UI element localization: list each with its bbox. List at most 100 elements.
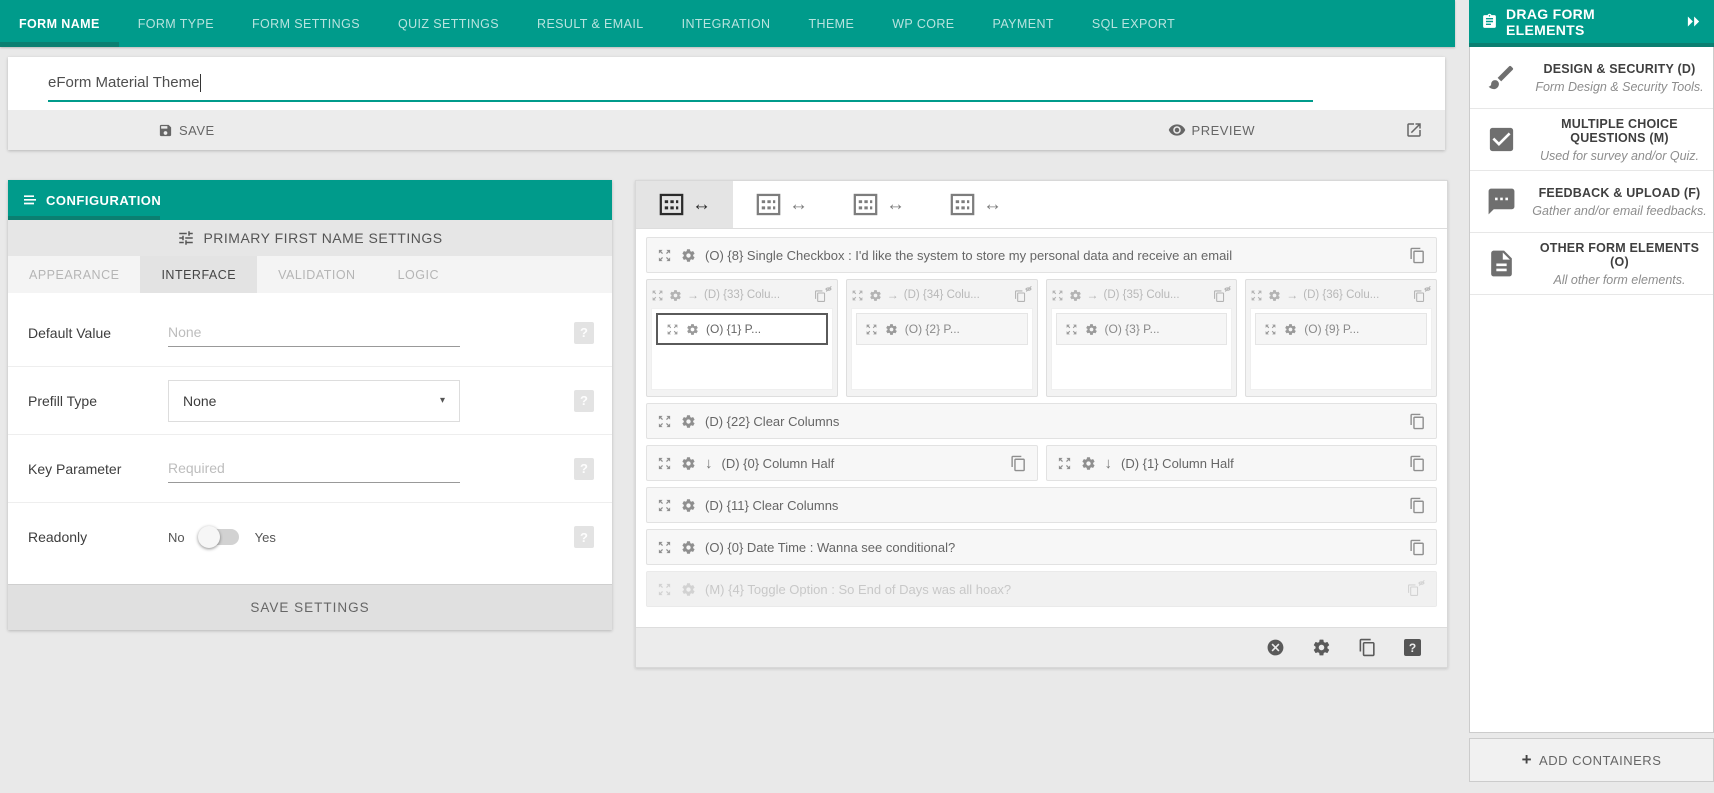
gear-icon[interactable] bbox=[681, 456, 696, 471]
inner-element-selected[interactable]: (O) {1} P... bbox=[656, 313, 828, 345]
help-icon[interactable]: ? bbox=[1404, 639, 1421, 656]
tab-payment[interactable]: PAYMENT bbox=[974, 0, 1073, 47]
expand-icon[interactable] bbox=[1065, 323, 1078, 336]
inner-element[interactable]: (O) {2} P... bbox=[856, 313, 1028, 345]
gear-icon[interactable] bbox=[1312, 638, 1331, 657]
gear-icon[interactable] bbox=[669, 289, 682, 302]
tab-result-email[interactable]: RESULT & EMAIL bbox=[518, 0, 663, 47]
tab-form-name[interactable]: FORM NAME bbox=[0, 0, 119, 47]
tab-form-settings[interactable]: FORM SETTINGS bbox=[233, 0, 379, 47]
copy-disabled-icon[interactable] bbox=[1013, 286, 1033, 304]
element-row-clear-columns[interactable]: (D) {22} Clear Columns bbox=[646, 403, 1437, 439]
help-icon[interactable]: ? bbox=[574, 322, 594, 344]
expand-icon[interactable] bbox=[1250, 289, 1263, 302]
gear-icon[interactable] bbox=[1085, 323, 1098, 336]
column-dropzone[interactable]: (O) {3} P... bbox=[1051, 308, 1233, 390]
expand-icon[interactable] bbox=[851, 289, 864, 302]
column-dropzone[interactable]: (O) {1} P... bbox=[651, 308, 833, 390]
gear-icon[interactable] bbox=[1081, 456, 1096, 471]
expand-icon[interactable] bbox=[1051, 289, 1064, 302]
gear-icon[interactable] bbox=[869, 289, 882, 302]
column-container[interactable]: → (D) {34} Colu... (O) {2} P... bbox=[846, 279, 1038, 397]
tab-form-type[interactable]: FORM TYPE bbox=[119, 0, 233, 47]
tab-wp-core[interactable]: WP CORE bbox=[873, 0, 973, 47]
gear-icon[interactable] bbox=[1268, 289, 1281, 302]
gear-icon[interactable] bbox=[681, 540, 696, 555]
column-container[interactable]: → (D) {33} Colu... (O) {1} P... bbox=[646, 279, 838, 397]
expand-icon[interactable] bbox=[657, 498, 672, 513]
column-dropzone[interactable]: (O) {2} P... bbox=[851, 308, 1033, 390]
external-link-icon[interactable] bbox=[1405, 121, 1423, 139]
copy-icon[interactable] bbox=[1409, 497, 1426, 514]
copy-disabled-icon[interactable] bbox=[813, 286, 833, 304]
element-row-column-half[interactable]: ↓ (D) {1} Column Half bbox=[1046, 445, 1438, 481]
expand-icon[interactable] bbox=[657, 414, 672, 429]
container-tab-2[interactable]: ↔ bbox=[733, 181, 830, 228]
tab-integration[interactable]: INTEGRATION bbox=[663, 0, 790, 47]
expand-icon[interactable] bbox=[651, 289, 664, 302]
collapse-chevrons-icon[interactable] bbox=[1685, 14, 1702, 29]
copy-icon[interactable] bbox=[1409, 455, 1426, 472]
column-dropzone[interactable]: (O) {9} P... bbox=[1250, 308, 1432, 390]
help-icon[interactable]: ? bbox=[574, 390, 594, 412]
element-row-column-half[interactable]: ↓ (D) {0} Column Half bbox=[646, 445, 1038, 481]
resize-arrow-icon[interactable]: ↔ bbox=[789, 195, 808, 214]
container-tab-1[interactable]: ↔ bbox=[636, 181, 733, 228]
gear-icon[interactable] bbox=[681, 248, 696, 263]
tab-interface[interactable]: INTERFACE bbox=[140, 256, 257, 293]
element-row-single-checkbox[interactable]: (O) {8} Single Checkbox : I'd like the s… bbox=[646, 237, 1437, 273]
expand-icon[interactable] bbox=[657, 248, 672, 263]
help-icon[interactable]: ? bbox=[574, 526, 594, 548]
copy-disabled-icon[interactable] bbox=[1406, 580, 1426, 598]
gear-icon[interactable] bbox=[681, 498, 696, 513]
inner-element[interactable]: (O) {3} P... bbox=[1056, 313, 1228, 345]
close-circle-icon[interactable] bbox=[1266, 638, 1285, 657]
gear-icon[interactable] bbox=[681, 582, 696, 597]
expand-icon[interactable] bbox=[666, 323, 679, 336]
inner-element[interactable]: (O) {9} P... bbox=[1255, 313, 1427, 345]
preview-button[interactable]: PREVIEW bbox=[1168, 121, 1255, 139]
form-name-input[interactable]: eForm Material Theme bbox=[48, 65, 1313, 102]
gear-icon[interactable] bbox=[885, 323, 898, 336]
copy-icon[interactable] bbox=[1010, 455, 1027, 472]
sidebar-item-multiple-choice[interactable]: MULTIPLE CHOICE QUESTIONS (M) Used for s… bbox=[1470, 109, 1713, 171]
gear-icon[interactable] bbox=[686, 323, 699, 336]
save-button[interactable]: SAVE bbox=[158, 123, 215, 138]
copy-icon[interactable] bbox=[1409, 539, 1426, 556]
copy-icon[interactable] bbox=[1409, 247, 1426, 264]
help-icon[interactable]: ? bbox=[574, 458, 594, 480]
element-row-toggle-option[interactable]: (M) {4} Toggle Option : So End of Days w… bbox=[646, 571, 1437, 607]
expand-icon[interactable] bbox=[1264, 323, 1277, 336]
gear-icon[interactable] bbox=[1069, 289, 1082, 302]
sidebar-item-design-security[interactable]: DESIGN & SECURITY (D) Form Design & Secu… bbox=[1470, 47, 1713, 109]
expand-icon[interactable] bbox=[1057, 456, 1072, 471]
sidebar-item-other-elements[interactable]: OTHER FORM ELEMENTS (O) All other form e… bbox=[1470, 233, 1713, 295]
sidebar-item-feedback-upload[interactable]: FEEDBACK & UPLOAD (F) Gather and/or emai… bbox=[1470, 171, 1713, 233]
gear-icon[interactable] bbox=[681, 414, 696, 429]
resize-arrow-icon[interactable]: ↔ bbox=[886, 195, 905, 214]
element-row-clear-columns[interactable]: (D) {11} Clear Columns bbox=[646, 487, 1437, 523]
prefill-type-select[interactable]: None ▾ bbox=[168, 380, 460, 422]
tab-theme[interactable]: THEME bbox=[789, 0, 873, 47]
column-container[interactable]: → (D) {35} Colu... (O) {3} P... bbox=[1046, 279, 1238, 397]
expand-icon[interactable] bbox=[657, 456, 672, 471]
copy-disabled-icon[interactable] bbox=[1212, 286, 1232, 304]
resize-arrow-icon[interactable]: ↔ bbox=[692, 195, 711, 214]
default-value-input[interactable] bbox=[168, 318, 460, 347]
resize-arrow-icon[interactable]: ↔ bbox=[983, 195, 1002, 214]
tab-sql-export[interactable]: SQL EXPORT bbox=[1073, 0, 1194, 47]
tab-appearance[interactable]: APPEARANCE bbox=[8, 256, 140, 293]
copy-icon[interactable] bbox=[1409, 413, 1426, 430]
tab-quiz-settings[interactable]: QUIZ SETTINGS bbox=[379, 0, 518, 47]
expand-icon[interactable] bbox=[657, 582, 672, 597]
container-tab-4[interactable]: ↔ bbox=[927, 181, 1024, 228]
copy-icon[interactable] bbox=[1358, 638, 1377, 657]
save-settings-button[interactable]: SAVE SETTINGS bbox=[8, 584, 612, 630]
key-parameter-input[interactable] bbox=[168, 454, 460, 483]
tab-validation[interactable]: VALIDATION bbox=[257, 256, 376, 293]
readonly-toggle[interactable] bbox=[201, 529, 239, 545]
expand-icon[interactable] bbox=[865, 323, 878, 336]
element-row-date-time[interactable]: (O) {0} Date Time : Wanna see conditiona… bbox=[646, 529, 1437, 565]
column-container[interactable]: → (D) {36} Colu... (O) {9} P... bbox=[1245, 279, 1437, 397]
add-containers-button[interactable]: + ADD CONTAINERS bbox=[1469, 738, 1714, 782]
